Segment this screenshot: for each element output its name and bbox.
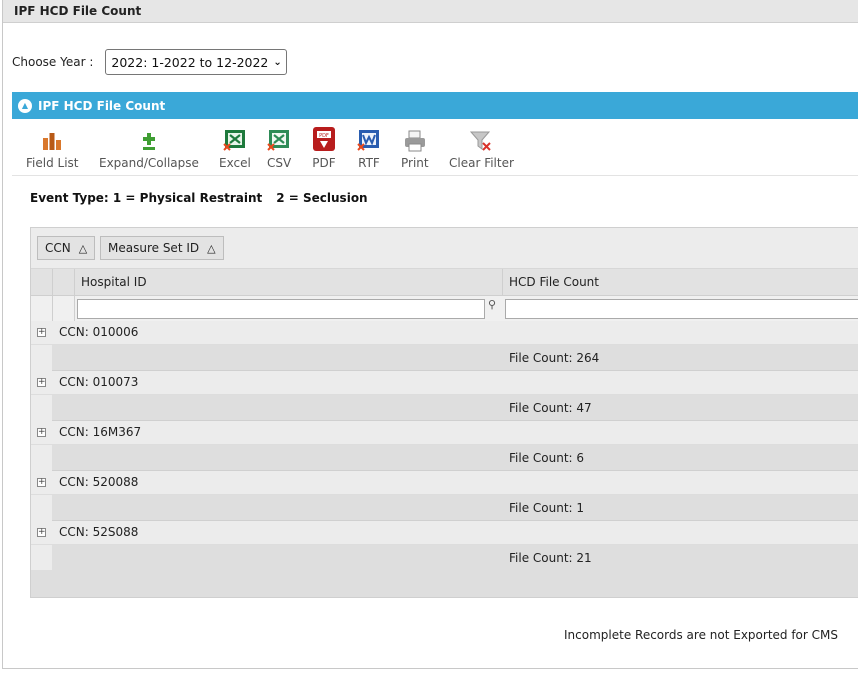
expand-icon[interactable]: + (37, 328, 46, 337)
csv-export-button[interactable]: CSV (267, 126, 291, 170)
summary-row: File Count: 47 (31, 395, 858, 421)
year-selector-row: Choose Year : 2022: 1-2022 to 12-2022 ⌄ (12, 49, 287, 75)
filter-icon[interactable]: ⚲ (488, 298, 496, 311)
summary-row: File Count: 21 (31, 545, 858, 571)
column-header-hospital-id[interactable]: Hospital ID (81, 275, 147, 289)
column-header-hcd-file-count[interactable]: HCD File Count (509, 275, 599, 289)
rtf-export-button[interactable]: RTF (357, 126, 381, 170)
pivot-grid: CCN △ Measure Set ID △ Hospital ID HCD F… (30, 227, 858, 598)
expand-icon[interactable]: + (37, 478, 46, 487)
group-row: + CCN: 010006 (31, 321, 858, 345)
pdf-export-button[interactable]: PDF PDF (312, 126, 336, 170)
panel-title: IPF HCD File Count (38, 98, 166, 113)
chevron-down-icon: ⌄ (273, 56, 282, 68)
year-select[interactable]: 2022: 1-2022 to 12-2022 ⌄ (105, 49, 287, 75)
grid-footer (31, 570, 858, 597)
rtf-icon (357, 126, 381, 152)
excel-export-button[interactable]: Excel (219, 126, 251, 170)
group-chip-measure-set-id[interactable]: Measure Set ID △ (100, 236, 224, 260)
svg-text:PDF: PDF (319, 133, 329, 139)
group-row: + CCN: 52S088 (31, 521, 858, 545)
group-panel: CCN △ Measure Set ID △ (31, 228, 858, 269)
expand-icon[interactable]: + (37, 428, 46, 437)
summary-row: File Count: 1 (31, 495, 858, 521)
summary-row: File Count: 264 (31, 345, 858, 371)
print-button[interactable]: Print (401, 126, 429, 170)
hcd-file-count-filter-input[interactable] (505, 299, 858, 319)
csv-icon (267, 126, 291, 152)
expand-collapse-icon (141, 126, 157, 152)
clear-filter-icon (469, 126, 493, 152)
expand-collapse-button[interactable]: Expand/Collapse (99, 126, 199, 170)
excel-icon (223, 126, 247, 152)
year-label: Choose Year : (12, 55, 94, 69)
summary-row: File Count: 6 (31, 445, 858, 471)
toolbar: Field List Expand/Collapse Excel CSV PDF… (12, 120, 858, 176)
clear-filter-button[interactable]: Clear Filter (449, 126, 514, 170)
group-row: + CCN: 16M367 (31, 421, 858, 445)
column-header-row: Hospital ID HCD File Count (31, 269, 858, 296)
page-title: IPF HCD File Count (3, 0, 858, 23)
printer-icon (403, 126, 427, 152)
group-row: + CCN: 010073 (31, 371, 858, 395)
panel-header[interactable]: ▲ IPF HCD File Count (12, 92, 858, 119)
field-list-button[interactable]: Field List (26, 126, 79, 170)
group-row: + CCN: 520088 (31, 471, 858, 495)
year-select-value: 2022: 1-2022 to 12-2022 (111, 54, 269, 70)
field-list-icon (40, 126, 64, 152)
export-note: Incomplete Records are not Exported for … (564, 628, 838, 642)
sort-ascending-icon: △ (78, 241, 88, 255)
collapse-panel-icon[interactable]: ▲ (18, 98, 32, 113)
hospital-id-filter-input[interactable] (77, 299, 485, 319)
sort-ascending-icon: △ (207, 241, 216, 255)
pdf-icon: PDF (312, 126, 336, 152)
event-type-legend: Event Type: 1 = Physical Restraint 2 = Se… (30, 191, 368, 205)
expand-icon[interactable]: + (37, 528, 46, 537)
filter-row: ⚲ (31, 296, 858, 322)
group-chip-ccn[interactable]: CCN △ (37, 236, 96, 260)
expand-icon[interactable]: + (37, 378, 46, 387)
